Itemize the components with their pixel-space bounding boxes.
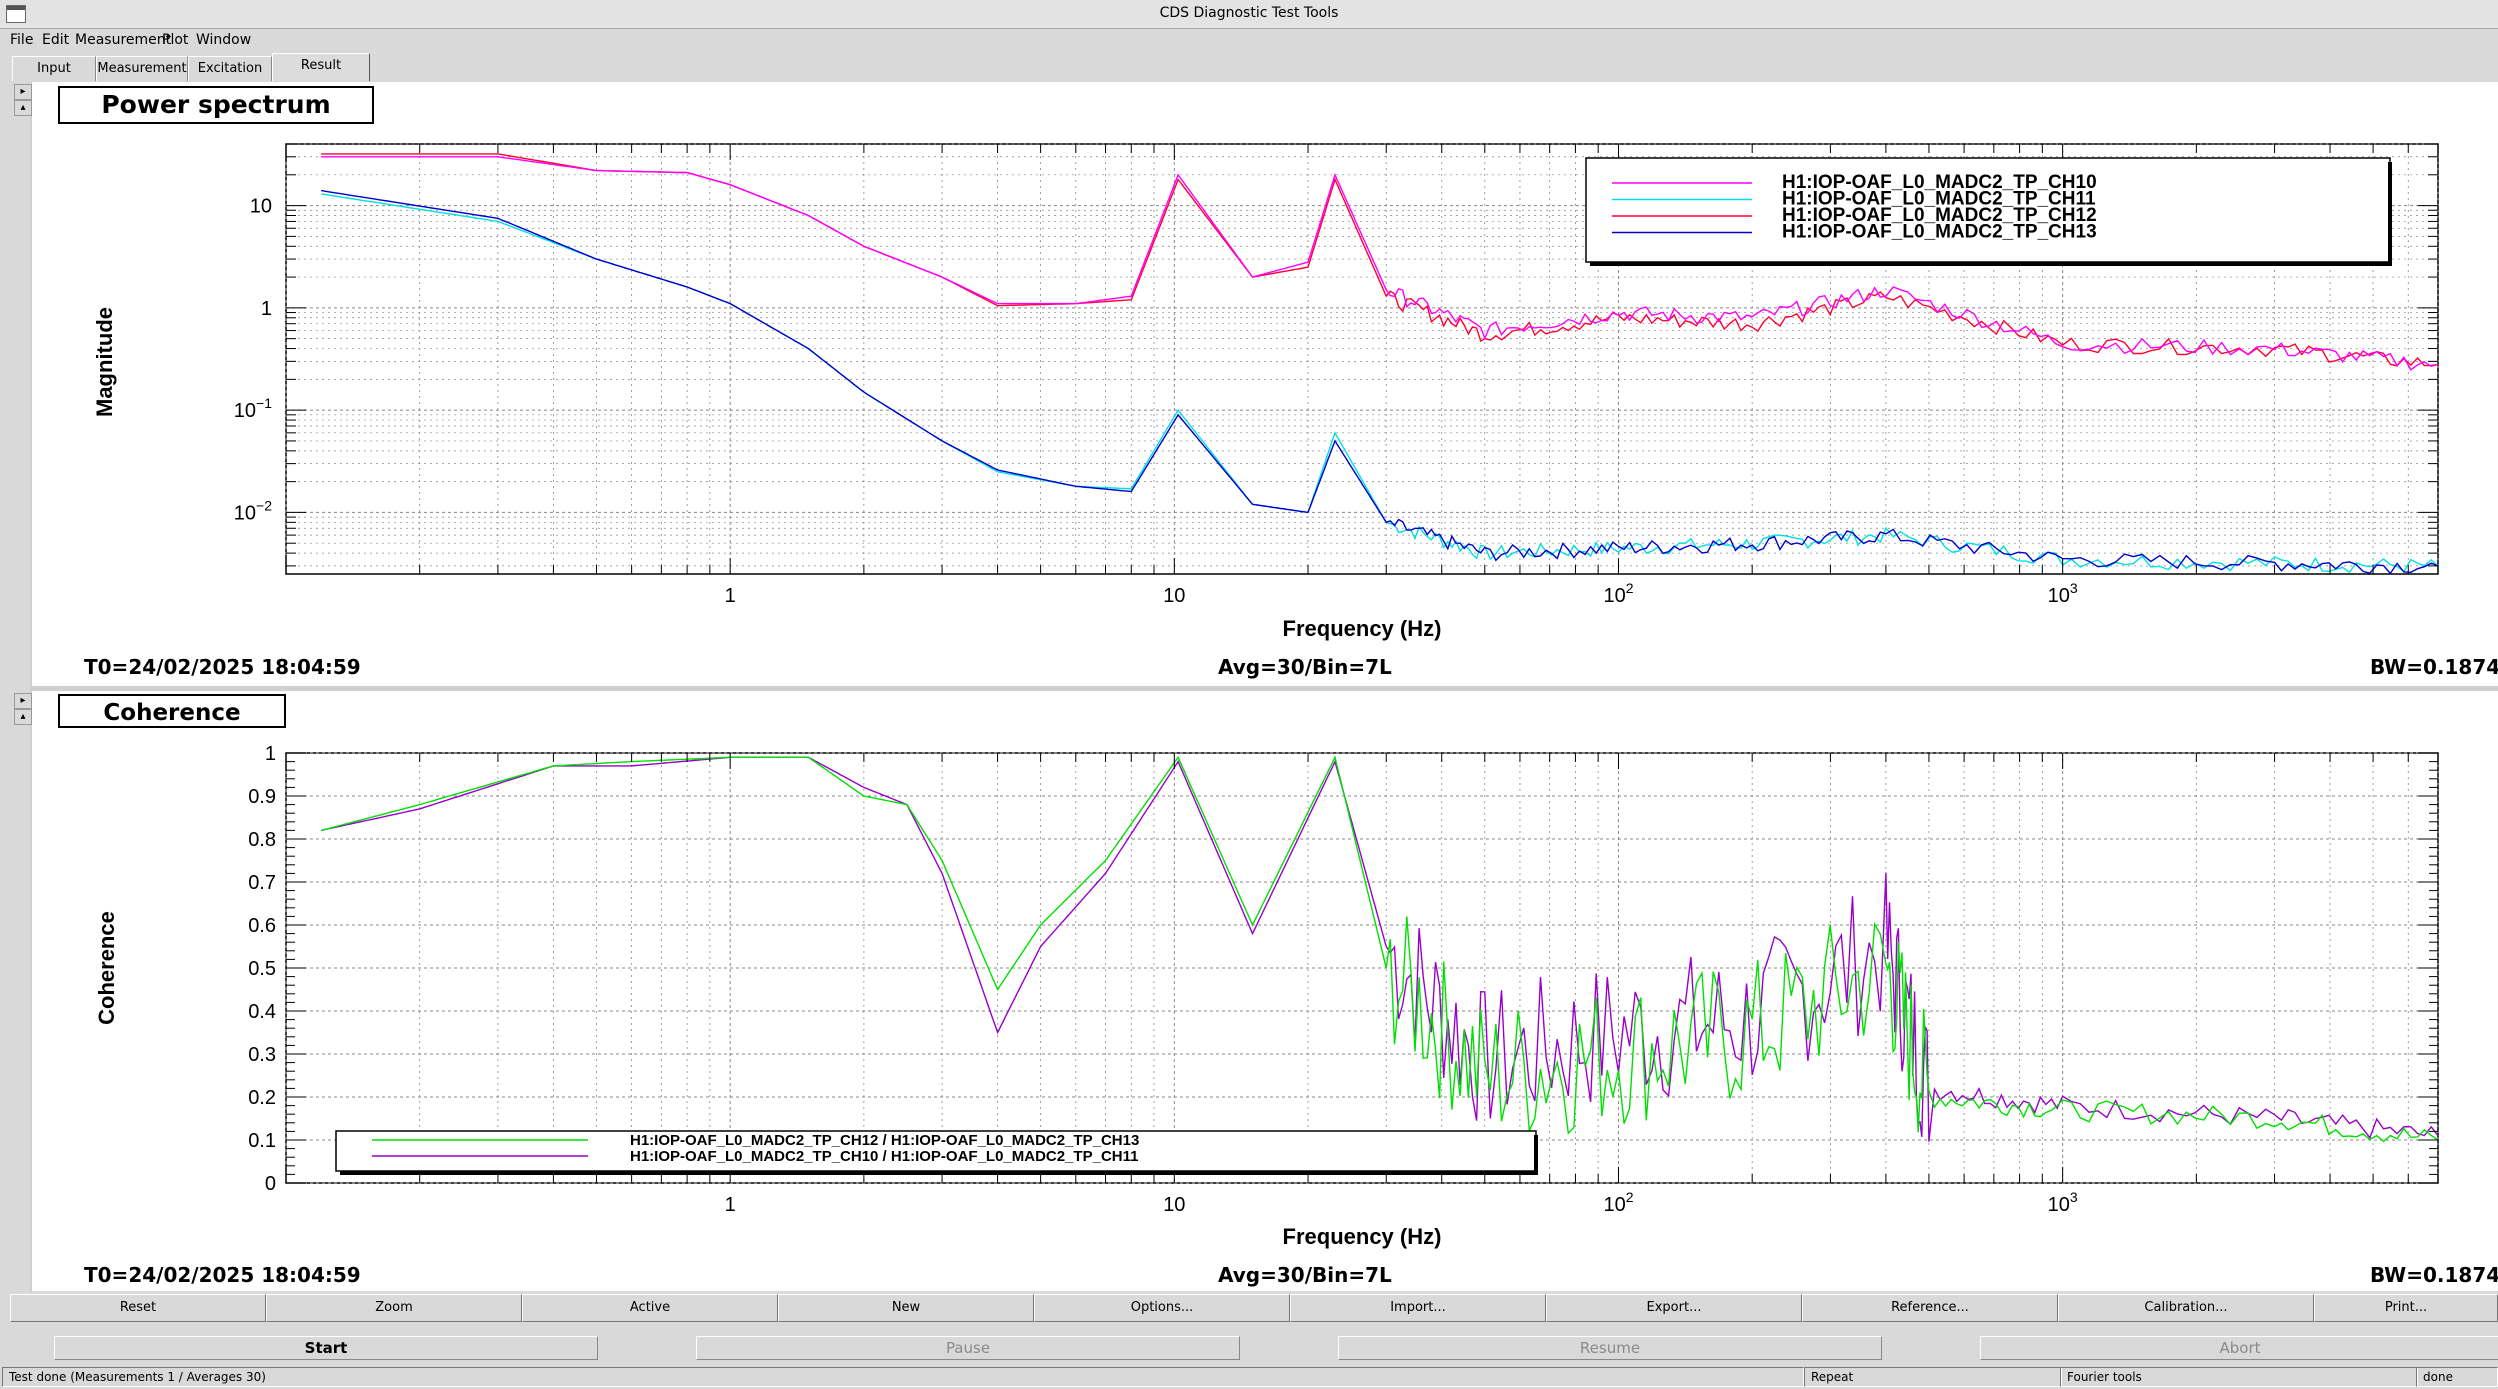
tab-result[interactable]: Result [272,53,370,81]
left-margin [0,82,10,1292]
tab-measurement[interactable]: Measurement [96,56,188,81]
p2-xtick-label: 103 [2048,1189,2078,1216]
start-button[interactable]: Start [54,1336,598,1360]
tab-input[interactable]: Input [12,56,96,81]
menu-file[interactable]: File [10,32,33,48]
active-button[interactable]: Active [522,1294,778,1322]
p2-ytick-label: 0.1 [248,1130,276,1152]
plot1-ylabel: Magnitude [92,307,117,417]
p1-ytick-label: 1 [261,298,272,320]
plot2-bw: BW=0.18748 [2370,1263,2498,1287]
p1-xtick-label: 10 [1163,585,1185,607]
p1-xtick-label: 1 [725,585,736,607]
plot2-t0: T0=24/02/2025 18:04:59 [84,1263,361,1287]
title-bar: CDS Diagnostic Test Tools [0,0,2498,29]
p2-ytick-label: 0.5 [248,958,276,980]
plot1-t0: T0=24/02/2025 18:04:59 [84,655,361,679]
new-button[interactable]: New [778,1294,1034,1322]
panel1-collapse-icon[interactable]: ▴ [14,100,32,116]
tab-bar: Input Measurement Excitation Result [0,52,2498,82]
tab-excitation[interactable]: Excitation [188,56,272,81]
plot2-xlabel: Frequency (Hz) [1283,1224,1442,1249]
p1-xtick-label: 103 [2048,580,2078,607]
calibration-button[interactable]: Calibration... [2058,1294,2314,1322]
export-button[interactable]: Export... [1546,1294,1802,1322]
p2-ytick-label: 1 [265,743,276,765]
p2-ytick-label: 0.9 [248,786,276,808]
plot1-bw: BW=0.18748 [2370,655,2498,679]
plot1-avg: Avg=30/Bin=7L [1218,655,1392,679]
import-button[interactable]: Import... [1290,1294,1546,1322]
plot2-legend-label: H1:IOP-OAF_L0_MADC2_TP_CH12 / H1:IOP-OAF… [630,1132,1139,1149]
options-button[interactable]: Options... [1034,1294,1290,1322]
p2-ytick-label: 0.2 [248,1087,276,1109]
panel1-expand-icon[interactable]: ▸ [14,84,32,100]
window-title: CDS Diagnostic Test Tools [1159,5,1339,21]
plot1-legend: H1:IOP-OAF_L0_MADC2_TP_CH10H1:IOP-OAF_L0… [1585,157,2392,266]
plot1-legend-label: H1:IOP-OAF_L0_MADC2_TP_CH13 [1782,222,2097,243]
power-spectrum-chart[interactable]: 1 10 102 103 10 1 10−1 10−2 Magnitude Frequency… [32,82,2498,686]
reference-button[interactable]: Reference... [1802,1294,2058,1322]
p1-ytick-label: 10 [250,196,272,218]
status-state: done [2416,1367,2498,1387]
p2-ytick-label: 0.3 [248,1044,276,1066]
plot2-ylabel: Coherence [94,911,119,1025]
p1-ytick-label: 10−2 [234,497,272,524]
reset-button[interactable]: Reset [10,1294,266,1322]
plot2-legend-label: H1:IOP-OAF_L0_MADC2_TP_CH10 / H1:IOP-OAF… [630,1148,1138,1165]
plot-toolbar: Reset Zoom Active New Options... Import.… [10,1294,2498,1322]
status-main: Test done (Measurements 1 / Averages 30) [2,1367,1804,1387]
menu-plot[interactable]: Plot [162,32,188,48]
coherence-chart[interactable]: 1 10 102 103 1 0.9 0.8 0.7 0.6 0.5 0.4 0.3 0.2 0.1 0 C… [32,691,2498,1291]
panel2-expand-icon[interactable]: ▸ [14,693,32,709]
pause-button[interactable]: Pause [696,1336,1240,1360]
p2-ytick-label: 0 [265,1173,276,1195]
zoom-button[interactable]: Zoom [266,1294,522,1322]
menu-edit[interactable]: Edit [42,32,69,48]
status-repeat: Repeat [1804,1367,2062,1387]
print-button[interactable]: Print... [2314,1294,2498,1322]
p2-ytick-label: 0.8 [248,829,276,851]
p2-ytick-label: 0.7 [248,872,276,894]
menu-window[interactable]: Window [196,32,251,48]
p2-ytick-label: 0.6 [248,915,276,937]
status-tool: Fourier tools [2060,1367,2418,1387]
abort-button[interactable]: Abort [1980,1336,2498,1360]
p2-xtick-label: 102 [1603,1189,1633,1216]
resume-button[interactable]: Resume [1338,1336,1882,1360]
plot1-xlabel: Frequency (Hz) [1283,616,1442,641]
panel2-collapse-icon[interactable]: ▴ [14,709,32,725]
menu-measurement[interactable]: Measurement [75,32,171,48]
plot2-avg: Avg=30/Bin=7L [1218,1263,1392,1287]
p2-xtick-label: 1 [725,1194,736,1216]
p2-ytick-label: 0.4 [248,1001,276,1023]
p1-xtick-label: 102 [1603,580,1633,607]
status-bar: Test done (Measurements 1 / Averages 30)… [0,1364,2498,1389]
p2-xtick-label: 10 [1163,1194,1185,1216]
p1-ytick-label: 10−1 [234,395,272,422]
plot2-legend: H1:IOP-OAF_L0_MADC2_TP_CH12 / H1:IOP-OAF… [335,1130,1538,1175]
menu-bar: File Edit Measurement Plot Window [0,29,2498,51]
